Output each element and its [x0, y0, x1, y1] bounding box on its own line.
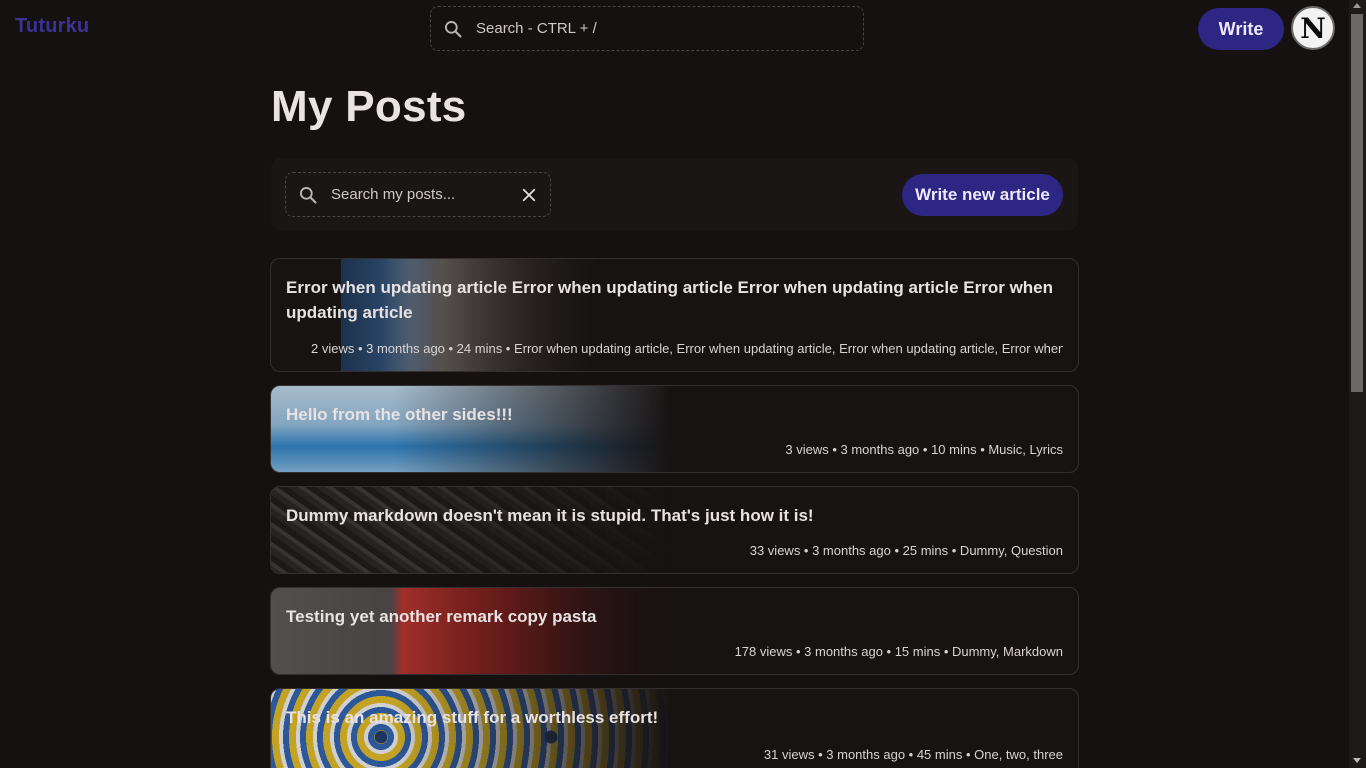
post-search[interactable] — [285, 172, 551, 217]
search-icon — [300, 186, 317, 203]
global-search-input[interactable] — [476, 20, 836, 37]
app: Tuturku Write N My Posts Write new artic… — [0, 0, 1366, 768]
post-card[interactable]: This is an amazing stuff for a worthless… — [270, 688, 1079, 768]
write-button[interactable]: Write — [1198, 8, 1284, 50]
post-title[interactable]: Error when updating article Error when u… — [271, 259, 1078, 325]
scrollbar[interactable] — [1349, 0, 1366, 768]
scroll-up-arrow-icon[interactable] — [1353, 3, 1361, 8]
search-icon — [445, 20, 462, 37]
post-search-input[interactable] — [331, 186, 511, 203]
post-card[interactable]: Dummy markdown doesn't mean it is stupid… — [270, 486, 1079, 574]
post-meta: 2 views • 3 months ago • 24 mins • Error… — [311, 341, 1063, 356]
post-card[interactable]: Hello from the other sides!!! 3 views • … — [270, 385, 1079, 473]
post-title[interactable]: Hello from the other sides!!! — [271, 386, 1078, 427]
avatar[interactable]: N — [1291, 6, 1335, 50]
post-card[interactable]: Testing yet another remark copy pasta 17… — [270, 587, 1079, 675]
post-meta: 33 views • 3 months ago • 25 mins • Dumm… — [749, 543, 1063, 558]
post-title[interactable]: This is an amazing stuff for a worthless… — [271, 689, 1078, 730]
page-title: My Posts — [271, 82, 467, 131]
top-bar: Tuturku Write N — [0, 0, 1349, 58]
posts-toolbar: Write new article — [271, 158, 1078, 230]
post-meta: 3 views • 3 months ago • 10 mins • Music… — [785, 442, 1063, 457]
global-search[interactable] — [430, 6, 864, 51]
scroll-thumb[interactable] — [1351, 14, 1363, 392]
post-card[interactable]: Error when updating article Error when u… — [270, 258, 1079, 372]
post-title[interactable]: Dummy markdown doesn't mean it is stupid… — [271, 487, 1078, 528]
close-icon[interactable] — [520, 186, 538, 204]
write-new-article-button[interactable]: Write new article — [902, 174, 1063, 216]
post-title[interactable]: Testing yet another remark copy pasta — [271, 588, 1078, 629]
post-list: Error when updating article Error when u… — [270, 258, 1079, 768]
post-meta: 178 views • 3 months ago • 15 mins • Dum… — [734, 644, 1063, 659]
scroll-down-arrow-icon[interactable] — [1353, 758, 1361, 763]
post-meta: 31 views • 3 months ago • 45 mins • One,… — [763, 747, 1063, 762]
brand-logo[interactable]: Tuturku — [15, 15, 89, 38]
